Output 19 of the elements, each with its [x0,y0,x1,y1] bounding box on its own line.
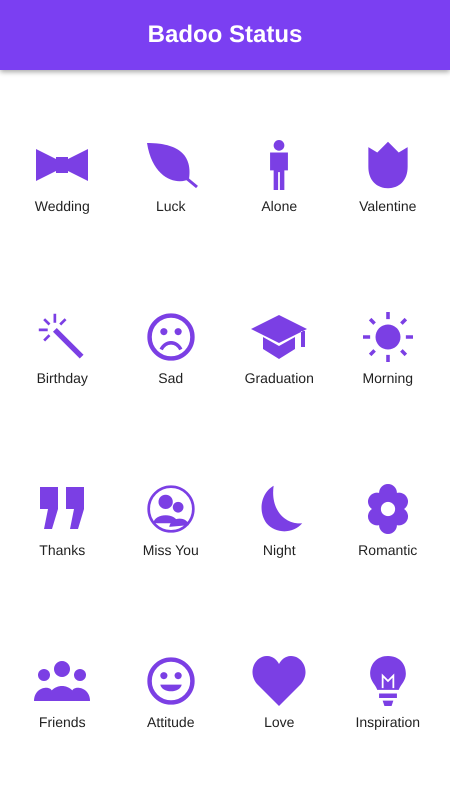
status-button[interactable]: Attitude [116,648,225,730]
status-button[interactable]: Valentine [334,132,442,214]
status-button[interactable]: Graduation [225,304,334,386]
status-button[interactable]: Luck [116,132,225,214]
status-button[interactable]: Alone [225,132,334,214]
graduation-cap-icon [251,312,308,362]
status-button[interactable]: Friends [8,648,116,730]
status-button[interactable]: Sad [116,304,225,386]
status-button[interactable]: Miss You [116,476,225,558]
status-button[interactable]: Thanks [8,476,116,558]
status-button[interactable]: Night [225,476,334,558]
status-button[interactable]: Birthday [8,304,116,386]
status-button[interactable]: Morning [334,304,442,386]
status-button[interactable]: Inspiration [334,648,442,730]
app-title: Badoo Status [148,21,302,49]
status-button[interactable]: Love [225,648,334,730]
heart-icon [251,656,308,706]
status-button[interactable]: Romantic [334,476,442,558]
status-button[interactable]: Wedding [8,132,116,214]
